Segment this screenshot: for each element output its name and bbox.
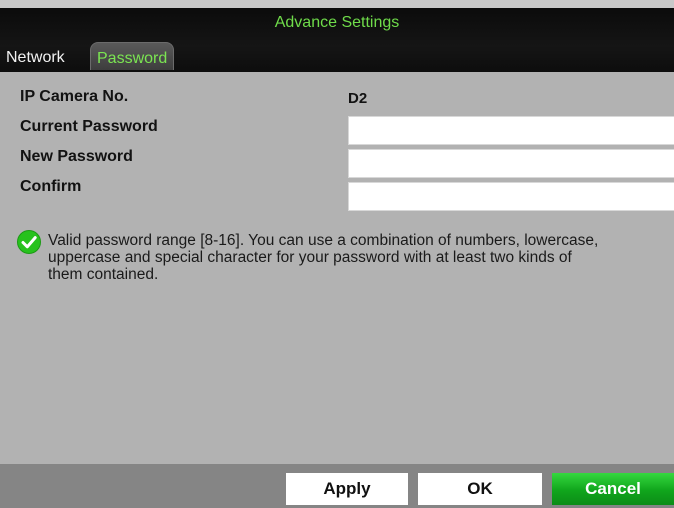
- ok-button[interactable]: OK: [418, 473, 542, 505]
- current-password-field[interactable]: [348, 116, 674, 145]
- window-top-edge: [0, 0, 674, 8]
- new-password-label: New Password: [20, 148, 133, 165]
- cancel-button[interactable]: Cancel: [552, 473, 674, 505]
- button-bar: Apply OK Cancel: [0, 464, 674, 508]
- ip-camera-value: D2: [348, 90, 368, 107]
- title-bar: Advance Settings Network Password: [0, 8, 674, 72]
- window-title: Advance Settings: [274, 14, 400, 31]
- tab-password[interactable]: Password: [90, 42, 175, 70]
- confirm-password-field[interactable]: [348, 182, 674, 211]
- new-password-field[interactable]: [348, 149, 674, 178]
- tab-network[interactable]: Network: [6, 48, 65, 68]
- ip-camera-label: IP Camera No.: [20, 88, 129, 105]
- check-circle-icon: [17, 230, 41, 254]
- current-password-label: Current Password: [20, 118, 158, 135]
- password-settings-panel: IP Camera No. D2 Current Password New Pa…: [0, 72, 674, 464]
- password-rule-hint: Valid password range [8-16]. You can use…: [48, 232, 599, 283]
- confirm-label: Confirm: [20, 178, 82, 195]
- apply-button[interactable]: Apply: [286, 473, 408, 505]
